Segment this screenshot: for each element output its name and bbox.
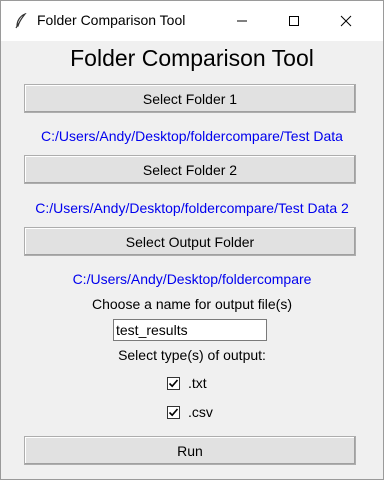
app-window: Folder Comparison Tool Folder Comparison… (0, 0, 384, 480)
output-filename-input[interactable]: test_results (113, 319, 267, 341)
feather-icon (13, 12, 29, 29)
folder2-path: C:/Users/Andy/Desktop/foldercompare/Test… (35, 200, 349, 216)
maximize-button[interactable] (271, 1, 317, 41)
checkmark-icon (168, 378, 179, 387)
minimize-button[interactable] (219, 1, 265, 41)
select-folder2-button[interactable]: Select Folder 2 (24, 155, 356, 184)
csv-checkbox[interactable] (167, 405, 180, 419)
txt-label: .txt (188, 375, 207, 391)
title-bar[interactable]: Folder Comparison Tool (1, 1, 383, 41)
folder1-path: C:/Users/Andy/Desktop/foldercompare/Test… (41, 128, 343, 144)
filename-prompt: Choose a name for output file(s) (92, 296, 292, 312)
minimize-icon (237, 20, 247, 22)
close-icon (340, 15, 352, 27)
output-folder-path: C:/Users/Andy/Desktop/foldercompare (72, 271, 312, 287)
select-output-folder-button[interactable]: Select Output Folder (24, 227, 356, 256)
txt-output-option[interactable]: .txt (167, 374, 207, 392)
csv-label: .csv (188, 404, 213, 420)
checkmark-icon (168, 407, 179, 416)
run-button[interactable]: Run (24, 436, 356, 465)
output-type-prompt: Select type(s) of output: (118, 347, 266, 363)
txt-checkbox[interactable] (167, 376, 180, 390)
maximize-icon (289, 16, 299, 26)
select-folder1-button[interactable]: Select Folder 1 (24, 84, 356, 113)
window-title: Folder Comparison Tool (37, 12, 186, 28)
close-button[interactable] (323, 1, 369, 41)
page-title: Folder Comparison Tool (70, 45, 314, 71)
csv-output-option[interactable]: .csv (167, 403, 213, 421)
